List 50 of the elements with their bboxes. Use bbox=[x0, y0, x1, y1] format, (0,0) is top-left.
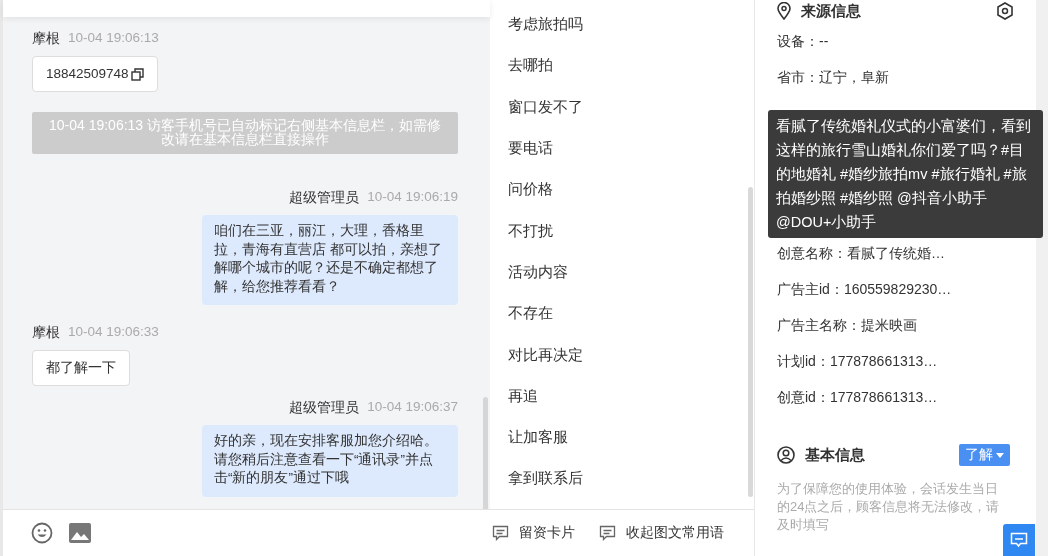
user-icon bbox=[777, 446, 795, 464]
sender-name: 摩根 bbox=[32, 324, 60, 342]
message-time: 10-04 19:06:33 bbox=[68, 324, 159, 341]
quick-phrase[interactable]: 不打扰 bbox=[490, 210, 754, 252]
quick-phrase[interactable]: 让加客服 bbox=[490, 416, 754, 459]
caret-icon bbox=[996, 452, 1004, 458]
message-time: 10-04 19:06:37 bbox=[367, 399, 458, 416]
footer-link[interactable]: 收起图文常用语 bbox=[599, 524, 724, 542]
agent-message: 好的亲，现在安排客服加您介绍哈。请您稍后注意查看一下“通讯录”并点击“新的朋友”通过下哦 bbox=[202, 425, 458, 497]
info-field: 创意名称：看腻了传统婚… bbox=[777, 245, 945, 263]
agent-message: 咱们在三亚，丽江，大理，香格里拉，青海有直营店 都可以拍，亲想了解哪个城市的呢？还是不确定都想了解，给您推荐看看？ bbox=[202, 215, 458, 305]
info-field: 创意id：177878661313… bbox=[777, 389, 938, 407]
info-note: 为了保障您的使用体验，会话发生当日的24点之后，顾客信息将无法修改，请及时填写 bbox=[777, 480, 1001, 534]
info-field: 省市：辽宁，阜新 bbox=[777, 69, 889, 87]
scrollbar-thumb[interactable] bbox=[748, 187, 753, 497]
section-title: 基本信息 bbox=[805, 445, 865, 465]
chat-icon bbox=[1010, 532, 1028, 548]
info-field: 设备：-- bbox=[777, 33, 829, 51]
chat-button[interactable] bbox=[1003, 524, 1035, 556]
location-pin-icon bbox=[777, 2, 791, 20]
quick-phrase[interactable]: 拿到联系后 bbox=[490, 458, 754, 500]
sender-name: 超级管理员 bbox=[289, 399, 360, 417]
message-time: 10-04 19:06:19 bbox=[367, 189, 458, 206]
scrollbar-thumb[interactable] bbox=[483, 397, 488, 509]
quick-phrase[interactable]: 去哪拍 bbox=[490, 45, 754, 87]
note-icon bbox=[492, 525, 509, 541]
emoji-icon[interactable] bbox=[31, 522, 53, 544]
quick-phrase[interactable]: 要电话 bbox=[490, 127, 754, 170]
visitor-message: 都了解一下 bbox=[32, 350, 130, 386]
quick-phrase[interactable]: 不存在 bbox=[490, 293, 754, 335]
quick-phrase[interactable]: 考虑旅拍吗 bbox=[490, 4, 754, 46]
image-icon[interactable] bbox=[69, 523, 91, 543]
quick-phrase[interactable]: 活动内容 bbox=[490, 251, 754, 294]
quick-phrase[interactable]: 对比再决定 bbox=[490, 334, 754, 376]
copy-icon[interactable] bbox=[130, 67, 144, 81]
settings-icon[interactable] bbox=[996, 2, 1014, 20]
info-field: 广告主名称：提米映画 bbox=[777, 317, 917, 335]
sender-name: 超级管理员 bbox=[289, 189, 360, 207]
visitor-message: 18842509748 bbox=[32, 56, 158, 92]
note-icon bbox=[599, 525, 616, 541]
info-field: 计划id：177878661313… bbox=[777, 353, 938, 371]
sender-name: 摩根 bbox=[32, 30, 60, 48]
quick-phrase[interactable]: 问价格 bbox=[490, 169, 754, 211]
info-field: 广告主id：160559829230… bbox=[777, 281, 952, 299]
quick-phrase[interactable]: 再追 bbox=[490, 375, 754, 417]
quick-phrase[interactable]: 窗口发不了 bbox=[490, 86, 754, 128]
tooltip: 看腻了传统婚礼仪式的小富婆们，看到这样的旅行雪山婚礼你们爱了吗？#目的地婚礼 #婚纱旅拍mv #旅行婚礼 #旅拍婚纱照 #婚纱照 @抖音小助手 @DOU+小助手 bbox=[768, 110, 1043, 238]
section-title: 来源信息 bbox=[801, 1, 861, 21]
footer-link[interactable]: 留资卡片 bbox=[492, 524, 575, 542]
message-time: 10-04 19:06:13 bbox=[68, 30, 159, 47]
